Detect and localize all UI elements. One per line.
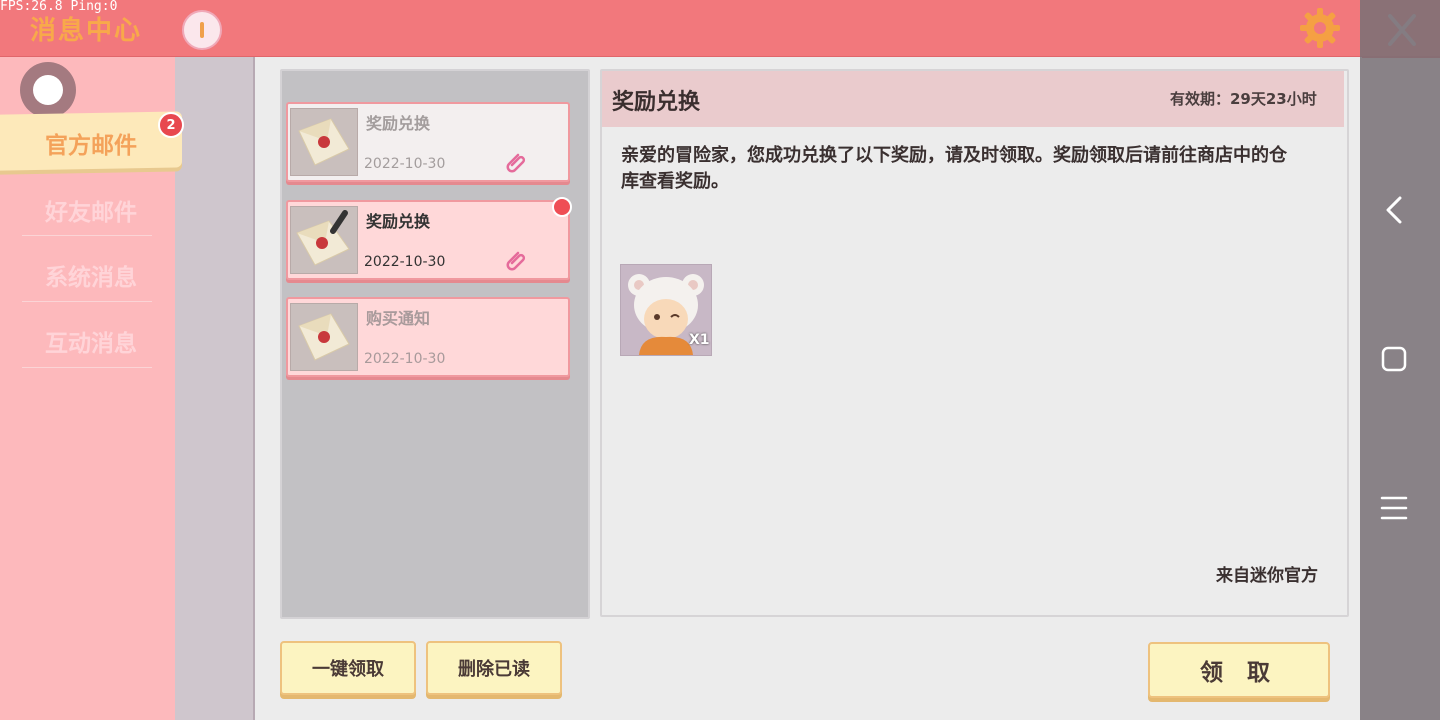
sidebar-item-label[interactable]: 官方邮件 [0, 126, 182, 160]
mail-item[interactable]: 购买通知 2022-10-30 [286, 297, 570, 377]
mail-title: 奖励兑换 [366, 114, 431, 133]
nav-divider [22, 301, 152, 302]
unread-badge: 2 [158, 112, 184, 138]
page-title: 消息中心 [30, 16, 143, 46]
sealed-envelope-icon [290, 206, 358, 274]
home-icon[interactable] [1372, 337, 1416, 381]
attachment-clip-icon [506, 251, 526, 271]
nav-divider [22, 367, 152, 368]
attachment-clip-icon [506, 153, 526, 173]
mail-title: 购买通知 [366, 309, 431, 328]
avatar[interactable] [20, 62, 76, 118]
exclamation-icon[interactable] [182, 10, 222, 50]
claim-button[interactable]: 领 取 [1148, 642, 1330, 698]
mail-body: 亲爱的冒险家，您成功兑换了以下奖励，请及时领取。奖励领取后请前往商店中的仓库查看… [621, 145, 1287, 192]
delete-read-button[interactable]: 删除已读 [426, 641, 562, 695]
mail-item-selected[interactable]: 奖励兑换 2022-10-30 [286, 200, 570, 280]
claim-all-button[interactable]: 一键领取 [280, 641, 416, 695]
mail-item[interactable]: 奖励兑换 2022-10-30 [286, 102, 570, 182]
mail-expiry: 有效期：29天23小时 [1170, 90, 1317, 108]
sidebar-item-friend-mail[interactable]: 好友邮件 [0, 193, 182, 227]
back-icon[interactable] [1372, 188, 1416, 232]
gear-icon[interactable] [1298, 6, 1342, 50]
mail-date: 2022-10-30 [364, 351, 446, 367]
new-mail-dot [552, 197, 572, 217]
mail-date: 2022-10-30 [364, 156, 446, 172]
sidebar-item-interaction-messages[interactable]: 互动消息 [0, 324, 182, 358]
nav-divider [22, 235, 152, 236]
envelope-icon [290, 108, 358, 176]
mail-detail-title: 奖励兑换 [612, 90, 701, 115]
mail-title: 奖励兑换 [366, 212, 431, 231]
mail-sender: 来自迷你官方 [1216, 566, 1318, 586]
menu-icon[interactable] [1372, 486, 1416, 530]
mail-date: 2022-10-30 [364, 254, 446, 270]
reward-quantity: X1 [689, 332, 710, 348]
sidebar-strip [175, 57, 253, 720]
sidebar-item-system-messages[interactable]: 系统消息 [0, 258, 182, 292]
envelope-icon [290, 303, 358, 371]
